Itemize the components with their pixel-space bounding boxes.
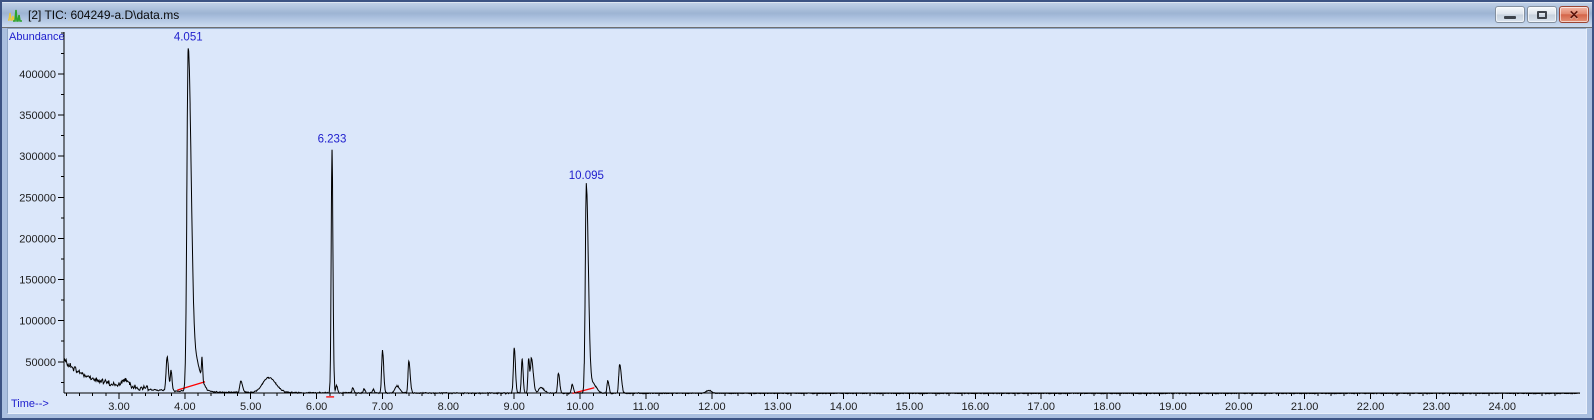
svg-text:20.00: 20.00 bbox=[1225, 401, 1253, 413]
peak-label: 6.233 bbox=[318, 134, 347, 146]
svg-text:6.00: 6.00 bbox=[306, 401, 327, 413]
chromatogram-window: [2] TIC: 604249-a.D\data.ms ✕ Abundance … bbox=[0, 0, 1594, 420]
close-icon: ✕ bbox=[1568, 7, 1580, 22]
close-button[interactable]: ✕ bbox=[1559, 6, 1589, 23]
peak-label: 4.051 bbox=[174, 32, 203, 44]
svg-text:200000: 200000 bbox=[19, 233, 56, 245]
svg-text:12.00: 12.00 bbox=[698, 401, 726, 413]
svg-text:10.00: 10.00 bbox=[566, 401, 594, 413]
x-tick-labels: 3.00 4.00 5.00 6.00 7.00 8.00 9.00 10.00 11.00 12… bbox=[108, 401, 1516, 413]
svg-text:16.00: 16.00 bbox=[962, 401, 990, 413]
axes bbox=[63, 32, 1580, 394]
svg-text:18.00: 18.00 bbox=[1093, 401, 1121, 413]
svg-text:23.00: 23.00 bbox=[1423, 401, 1451, 413]
minimize-icon bbox=[1504, 16, 1516, 19]
window-title: [2] TIC: 604249-a.D\data.ms bbox=[28, 8, 180, 22]
svg-text:22.00: 22.00 bbox=[1357, 401, 1385, 413]
svg-text:150000: 150000 bbox=[19, 275, 56, 287]
svg-text:17.00: 17.00 bbox=[1027, 401, 1055, 413]
svg-text:15.00: 15.00 bbox=[896, 401, 924, 413]
peak-labels: 4.051 6.233 10.095 bbox=[174, 32, 604, 182]
titlebar[interactable]: [2] TIC: 604249-a.D\data.ms ✕ bbox=[2, 2, 1592, 28]
y-tick-labels: 50000 100000 150000 200000 250000 300000 35000… bbox=[19, 69, 56, 369]
integration-baseline bbox=[177, 381, 206, 391]
tic-trace bbox=[63, 48, 1581, 395]
peak-label: 10.095 bbox=[569, 170, 604, 182]
svg-text:13.00: 13.00 bbox=[764, 401, 792, 413]
chromatogram-plot: 3.00 4.00 5.00 6.00 7.00 8.00 9.00 10.00 11.00 12… bbox=[19, 32, 1581, 413]
svg-text:400000: 400000 bbox=[19, 69, 56, 81]
svg-text:250000: 250000 bbox=[19, 192, 56, 204]
svg-text:7.00: 7.00 bbox=[372, 401, 393, 413]
svg-text:50000: 50000 bbox=[25, 357, 56, 369]
svg-text:3.00: 3.00 bbox=[108, 401, 129, 413]
minimize-button[interactable] bbox=[1495, 6, 1525, 23]
svg-text:19.00: 19.00 bbox=[1159, 401, 1187, 413]
chromatogram-icon bbox=[7, 7, 23, 23]
svg-text:100000: 100000 bbox=[19, 316, 56, 328]
svg-text:21.00: 21.00 bbox=[1291, 401, 1319, 413]
svg-text:4.00: 4.00 bbox=[174, 401, 195, 413]
svg-text:350000: 350000 bbox=[19, 110, 56, 122]
svg-text:5.00: 5.00 bbox=[240, 401, 261, 413]
svg-text:9.00: 9.00 bbox=[504, 401, 525, 413]
svg-text:24.00: 24.00 bbox=[1489, 401, 1517, 413]
axis-ticks bbox=[58, 32, 1556, 399]
maximize-icon bbox=[1537, 10, 1547, 19]
maximize-button[interactable] bbox=[1527, 6, 1557, 23]
svg-text:14.00: 14.00 bbox=[830, 401, 858, 413]
svg-text:11.00: 11.00 bbox=[633, 401, 660, 413]
svg-text:8.00: 8.00 bbox=[438, 401, 459, 413]
svg-text:300000: 300000 bbox=[19, 151, 56, 163]
chart-area[interactable]: Abundance Time--> 3.00 4.00 5.00 6.00 7.00 8.… bbox=[7, 28, 1587, 414]
